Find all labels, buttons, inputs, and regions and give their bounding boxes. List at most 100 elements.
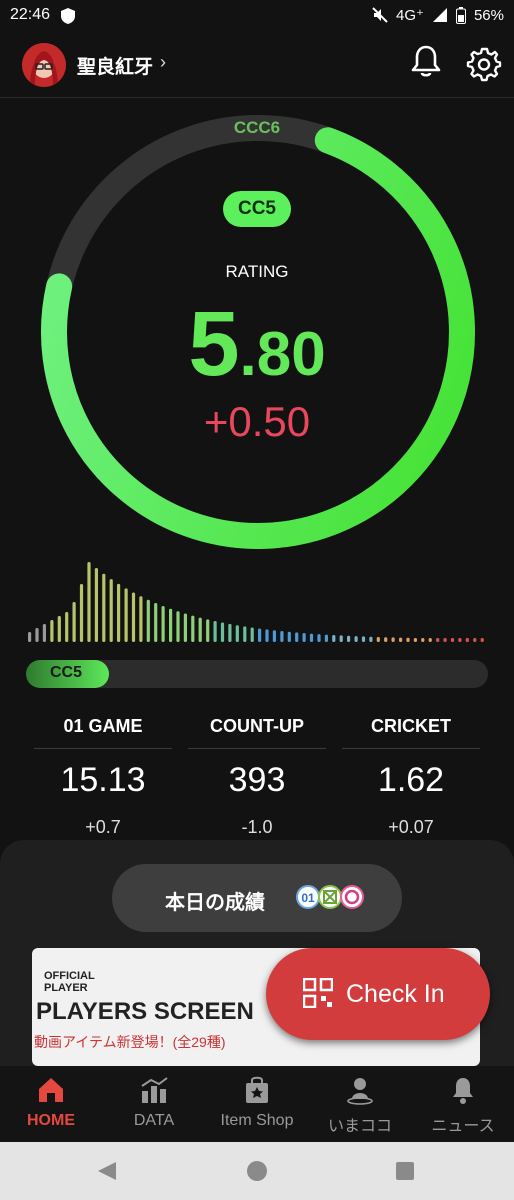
histogram-bar [124,588,128,642]
tab-label: DATA [133,1112,175,1129]
status-right: 4G⁺ 56% [372,6,504,24]
stat-cricket[interactable]: CRICKET 1.62 +0.07 [342,716,480,838]
histogram-bar [436,638,440,642]
histogram-bar [117,583,121,642]
histogram-bar [79,584,84,642]
profile-chevron-icon[interactable]: › [160,52,166,73]
stat-name: COUNT-UP [210,716,304,736]
histogram-bar [443,638,447,642]
histogram-bar [413,638,417,642]
banner-title: PLAYERS SCREEN [36,998,254,1025]
check-in-label: Check In [346,980,445,1008]
histogram-bar [65,612,69,642]
cricket-icon [318,885,342,909]
histogram-bar [191,615,195,642]
header-divider [0,97,514,98]
histogram-bar [42,624,46,642]
tab-label: いまココ [327,1118,392,1135]
tab-item-shop[interactable]: Item Shop [206,1074,308,1130]
histogram-bar [302,633,306,642]
histogram-bar [421,638,425,642]
avatar-image-icon [22,43,66,87]
tab-label: HOME [27,1112,75,1129]
class-progress-label: CC5 [50,664,83,681]
stat-count-up[interactable]: COUNT-UP 393 -1.0 [188,716,326,838]
tab-news[interactable]: ニュース [412,1074,514,1136]
system-nav-bar [0,1142,514,1200]
banner-subtitle: 動画アイテム新登場！(全29種) [34,1034,226,1050]
histogram-bar [139,596,143,642]
tab-label: ニュース [431,1118,495,1135]
signal-icon [432,8,447,22]
histogram-bar [94,568,98,642]
tab-label: Item Shop [220,1112,294,1129]
stat-value: 1.62 [377,761,445,799]
histogram-bar [272,630,276,642]
histogram-bar [169,608,173,642]
settings-gear-icon[interactable] [466,46,502,82]
histogram-bar [280,631,284,642]
chart-icon [141,1077,168,1103]
tab-data[interactable]: DATA [103,1074,205,1130]
histogram-bar [176,611,180,642]
stat-value: 393 [228,761,286,799]
notification-bell-icon[interactable] [410,44,442,78]
histogram-bar [198,617,202,642]
rating-distribution-histogram [28,562,484,642]
histogram-bar [317,634,321,642]
histogram-bar [406,637,410,642]
avatar[interactable] [22,43,66,87]
histogram-bar [339,635,343,642]
battery-percent: 56% [473,6,504,24]
histogram-bar [102,573,106,642]
histogram-bar [28,632,32,642]
histogram-bar [480,638,484,642]
stat-divider [188,748,326,749]
histogram-bar [287,631,291,642]
histogram-bar [206,619,210,642]
tab-imakoko[interactable]: いまココ [309,1074,411,1136]
qr-code-icon [303,978,333,1008]
histogram-bar [258,628,262,642]
rating-value: 5.80 [0,292,514,397]
stat-name: 01 GAME [63,716,143,736]
histogram-bar [154,603,158,642]
histogram-bar [131,592,136,642]
histogram-bar [213,621,217,642]
status-time: 22:46 [10,6,51,23]
histogram-bar [35,628,39,642]
stat-delta: -1.0 [241,817,273,837]
histogram-bar [309,633,314,642]
tab-home[interactable]: HOME [0,1074,102,1130]
current-class-badge: CC5 [223,191,291,227]
back-icon[interactable] [96,1160,118,1182]
histogram-bar [250,627,254,642]
countup-icon [340,885,364,909]
histogram-bar [220,622,225,642]
stat-01-game[interactable]: 01 GAME 15.13 +0.7 [34,716,172,838]
rating-decimal: .80 [239,320,326,389]
histogram-bar [332,635,336,642]
rating-label: RATING [225,262,289,281]
official-player-logo: OFFICIAL PLAYER [44,970,95,994]
rating-integer: 5 [188,293,240,395]
histogram-bar [391,637,395,642]
histogram-bar [465,638,469,642]
recents-icon[interactable] [395,1161,415,1181]
network-label: 4G⁺ [396,7,424,24]
username[interactable]: 聖良紅牙 [77,52,153,79]
histogram-bar [384,637,388,642]
histogram-bar [57,616,61,642]
histogram-bar [72,602,76,642]
01-icon: 01 [296,885,320,909]
histogram-bar [473,638,477,642]
histogram-bar [361,636,366,642]
home-button-icon[interactable] [246,1160,268,1182]
histogram-bar [399,637,403,642]
svg-text:01: 01 [301,891,315,905]
histogram-bar [450,638,455,642]
histogram-bar [354,636,358,642]
histogram-bar [87,562,91,642]
stat-divider [34,748,172,749]
histogram-bar [376,637,380,642]
